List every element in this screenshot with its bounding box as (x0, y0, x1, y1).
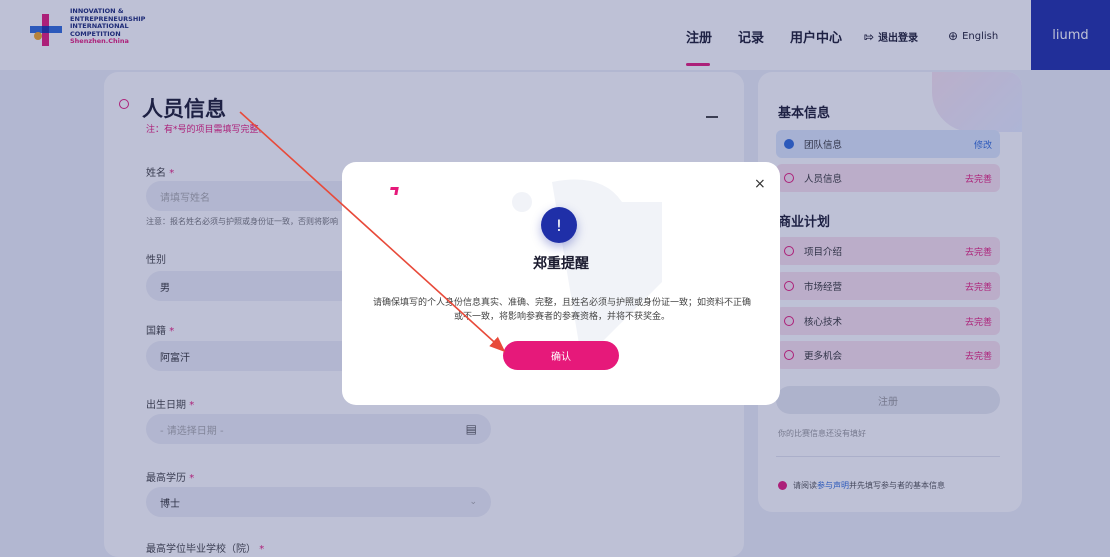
confirm-button[interactable]: 确认 (503, 341, 619, 370)
warning-icon: ! (541, 207, 577, 243)
dialog-title: 郑重提醒 (533, 256, 589, 272)
reminder-dialog: S × ! 郑重提醒 请确保填写的个人身份信息真实、准确、完整，且姓名必须与护照… (342, 162, 780, 405)
close-icon[interactable]: × (754, 176, 766, 192)
dialog-corner-mark-icon (389, 187, 399, 195)
dialog-message: 请确保填写的个人身份信息真实、准确、完整，且姓名必须与护照或身份证一致；如资料不… (372, 298, 751, 322)
